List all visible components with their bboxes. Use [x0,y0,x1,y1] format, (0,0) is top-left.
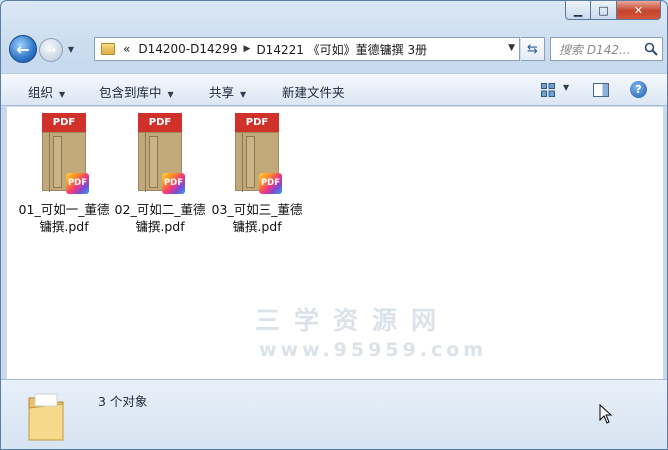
change-view-icon[interactable] [541,83,555,97]
navigation-bar: ← → ▼ « D14200-D14299 ▶ D14221 《可如》董德镛撰 … [7,32,663,66]
organize-menu[interactable]: 组织 ▼ [28,82,65,101]
file-item[interactable]: PDF PDF 02_可如二_董德镛撰.pdf [112,113,208,235]
help-icon[interactable]: ? [630,81,647,98]
chevron-right-icon[interactable]: ▶ [244,44,251,54]
window-controls: ▁ □ ✕ [565,1,661,20]
view-options-dropdown-icon[interactable]: ▼ [563,83,569,92]
mouse-pointer-icon [599,404,613,424]
address-dropdown-icon[interactable]: ▼ [508,43,515,53]
watermark-url: www.95959.com [259,339,488,361]
watermark-text: 三学资源网 [255,306,451,335]
preview-pane-icon[interactable] [593,83,609,97]
pdf-file-icon: PDF PDF [235,113,282,199]
back-button[interactable]: ← [9,35,37,63]
address-bar[interactable]: « D14200-D14299 ▶ D14221 《可如》董德镛撰 3册 ▼ [94,37,520,61]
include-in-library-label: 包含到库中 [99,85,162,100]
explorer-window: ▁ □ ✕ ← → ▼ « D14200-D14299 ▶ D14221 《可如… [0,0,668,450]
new-folder-label: 新建文件夹 [282,85,345,100]
share-menu[interactable]: 共享 ▼ [209,82,246,101]
close-icon: ✕ [633,3,644,17]
pdf-badge-icon: PDF [259,173,282,194]
chevron-down-icon: ▼ [67,44,75,54]
new-folder-button[interactable]: 新建文件夹 [282,82,345,101]
search-input[interactable]: 搜索 D142... [550,37,663,61]
maximize-button[interactable]: □ [591,1,617,20]
folder-icon [101,43,115,55]
folder-icon [28,393,64,441]
minimize-button[interactable]: ▁ [565,1,591,20]
command-bar: 组织 ▼ 包含到库中 ▼ 共享 ▼ 新建文件夹 ▼ ? [1,73,667,106]
file-list-pane[interactable]: PDF PDF 01_可如一_董德镛撰.pdf PDF PDF 02_可如二_董… [7,107,663,379]
search-icon[interactable] [644,42,658,56]
close-button[interactable]: ✕ [617,1,661,20]
file-name[interactable]: 01_可如一_董德镛撰.pdf [16,201,112,235]
refresh-button[interactable]: ⇆ [521,37,545,61]
pdf-header-label: PDF [42,113,86,132]
file-item[interactable]: PDF PDF 03_可如三_董德镛撰.pdf [209,113,305,235]
include-in-library-menu[interactable]: 包含到库中 ▼ [99,82,174,101]
pdf-header-label: PDF [235,113,279,132]
chevron-down-icon: ▼ [240,90,247,99]
pdf-header-label: PDF [138,113,182,132]
breadcrumb-overflow[interactable]: « [123,42,130,56]
pdf-badge-icon: PDF [162,173,185,194]
organize-label: 组织 [28,85,54,100]
forward-button[interactable]: → [39,38,63,62]
details-pane: 3 个对象 [1,379,667,449]
breadcrumb-item-parent[interactable]: D14200-D14299 [138,42,237,56]
refresh-icon: ⇆ [527,41,538,57]
recent-pages-dropdown[interactable]: ▼ [65,43,77,55]
chevron-down-icon: ▼ [59,90,66,99]
minimize-icon: ▁ [573,3,583,17]
arrow-right-icon: → [45,42,57,58]
maximize-icon: □ [598,3,609,17]
search-placeholder: 搜索 D142... [559,42,631,57]
arrow-left-icon: ← [16,39,30,59]
pdf-file-icon: PDF PDF [42,113,89,199]
file-name[interactable]: 03_可如三_董德镛撰.pdf [209,201,305,235]
pdf-badge-icon: PDF [66,173,89,194]
share-label: 共享 [209,85,235,100]
pdf-file-icon: PDF PDF [138,113,185,199]
item-count: 3 个对象 [98,394,148,409]
breadcrumb-item-current[interactable]: D14221 《可如》董德镛撰 3册 [256,41,427,58]
chevron-down-icon: ▼ [167,90,174,99]
file-item[interactable]: PDF PDF 01_可如一_董德镛撰.pdf [16,113,112,235]
file-name[interactable]: 02_可如二_董德镛撰.pdf [112,201,208,235]
